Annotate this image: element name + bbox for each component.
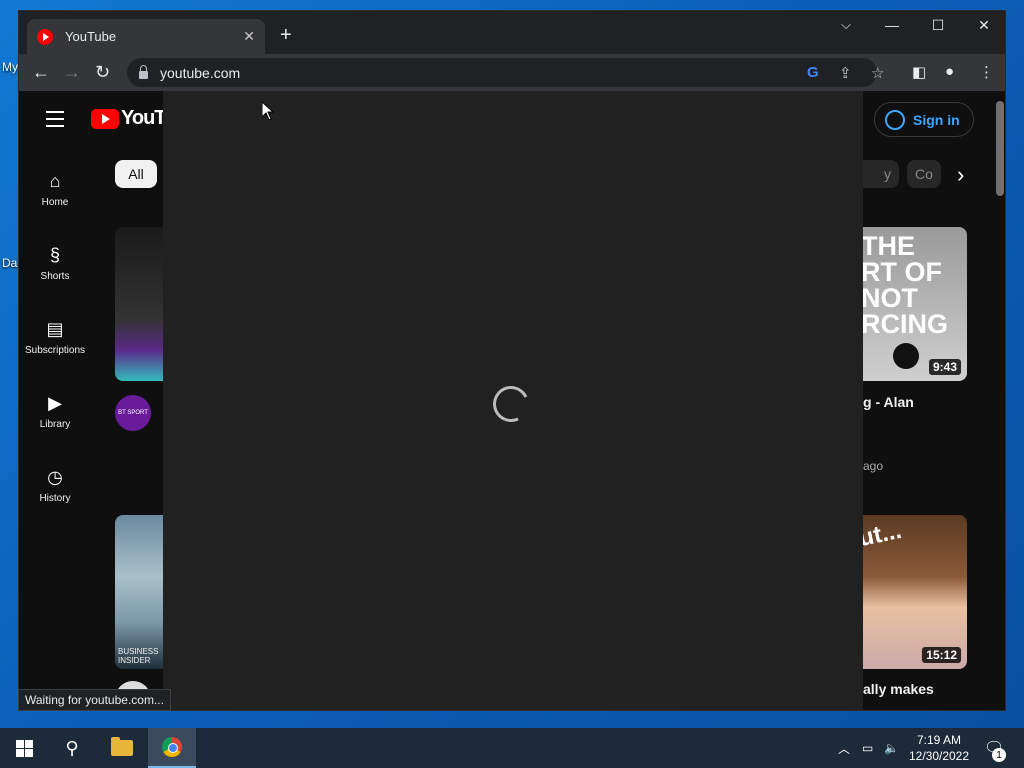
guide-item-subscriptions[interactable]: ▤ Subscriptions — [19, 319, 91, 356]
channel-avatar[interactable]: BT SPORT — [115, 395, 151, 431]
tab-strip: YouTube ✕ + ⌵ — ☐ ✕ — [19, 11, 1005, 54]
thumbnail-text: ut... — [856, 516, 904, 553]
guide-label: Library — [39, 419, 71, 430]
bookmark-star-icon[interactable]: ☆ — [871, 64, 884, 82]
tab-title: YouTube — [65, 29, 117, 44]
guide-item-home[interactable]: ⌂ Home — [19, 171, 91, 208]
chip-all[interactable]: All — [115, 160, 157, 188]
thumbnail-text: BUSINESS INSIDER — [118, 647, 159, 665]
subscriptions-icon: ▤ — [46, 319, 64, 339]
guide-label: History — [39, 493, 71, 504]
page-scrollbar[interactable] — [996, 101, 1004, 196]
guide-label: Subscriptions — [24, 345, 86, 356]
video-thumbnail[interactable]: THE RT OF NOT RCING 9:43 — [849, 227, 967, 381]
guide-item-history[interactable]: ◷ History — [19, 467, 91, 504]
chrome-icon — [162, 737, 182, 757]
menu-kebab-icon[interactable]: ⋮ — [979, 63, 994, 81]
hamburger-menu-icon[interactable] — [46, 111, 64, 132]
tab-search-dropdown-icon[interactable]: ⌵ — [823, 17, 869, 33]
clock-date: 12/30/2022 — [908, 749, 970, 763]
search-button[interactable]: ⚲ — [48, 728, 96, 768]
mouse-cursor-icon — [261, 100, 275, 126]
home-icon: ⌂ — [49, 171, 61, 191]
browser-window: YouTube ✕ + ⌵ — ☐ ✕ ← → ↻ youtube.com G … — [18, 10, 1006, 711]
guide-label: Shorts — [40, 271, 70, 282]
url-text[interactable]: youtube.com — [160, 65, 240, 81]
video-title[interactable]: g - Alan — [863, 394, 914, 410]
video-title[interactable]: ally makes — [863, 681, 934, 697]
guide-item-library[interactable]: ▶ Library — [19, 393, 91, 430]
address-bar[interactable]: youtube.com G ⇪ ☆ — [127, 58, 884, 87]
thumbnail-text: THE RT OF NOT RCING — [861, 231, 948, 339]
folder-icon — [111, 737, 133, 756]
desktop-icon-label[interactable]: My — [2, 60, 18, 74]
chip-partial[interactable]: Co — [907, 160, 941, 188]
network-icon[interactable]: ▭ — [862, 728, 873, 768]
library-icon: ▶ — [48, 393, 62, 413]
sign-in-button[interactable]: Sign in — [874, 102, 974, 137]
clock-time: 7:19 AM — [916, 733, 962, 747]
close-window-button[interactable]: ✕ — [961, 17, 1005, 34]
desktop-icon-label[interactable]: Da — [2, 256, 17, 270]
back-button[interactable]: ← — [32, 62, 50, 82]
start-button[interactable] — [0, 728, 48, 768]
account-icon — [885, 109, 905, 130]
tray-chevron-icon[interactable]: ︿ — [838, 728, 850, 768]
sign-in-label: Sign in — [913, 111, 960, 128]
google-lens-icon[interactable]: G — [807, 64, 819, 81]
lock-icon[interactable] — [139, 64, 148, 79]
history-icon: ◷ — [47, 467, 63, 487]
profile-icon[interactable]: ● — [945, 63, 954, 80]
forward-button[interactable]: → — [63, 62, 81, 82]
system-clock[interactable]: 7:19 AM 12/30/2022 — [906, 732, 972, 764]
video-meta: ago — [863, 459, 884, 473]
tab-youtube[interactable]: YouTube ✕ — [27, 19, 265, 54]
file-explorer-button[interactable] — [98, 728, 146, 768]
video-thumbnail[interactable]: ut... 15:12 — [849, 515, 967, 669]
chrome-taskbar-button[interactable] — [148, 728, 196, 768]
tab-close-icon[interactable]: ✕ — [243, 28, 255, 45]
side-panel-icon[interactable]: ◧ — [912, 63, 926, 81]
video-duration: 9:43 — [928, 359, 961, 375]
reload-button[interactable]: ↻ — [95, 62, 110, 82]
minimize-button[interactable]: — — [869, 17, 915, 33]
youtube-play-icon — [91, 108, 119, 129]
loading-spinner-icon — [487, 380, 535, 428]
volume-icon[interactable]: 🔈 — [884, 728, 899, 768]
status-bubble: Waiting for youtube.com... — [18, 689, 171, 711]
taskbar: ⚲ ︿ ▭ 🔈 7:19 AM 12/30/2022 🗨 1 — [0, 728, 1024, 768]
loading-overlay — [163, 91, 863, 710]
guide-label: Home — [41, 197, 69, 208]
youtube-page: YouTu ⌂ Home § Shorts ▤ Subscriptions ▶ … — [19, 91, 1005, 710]
shorts-icon: § — [49, 245, 60, 265]
windows-logo-icon — [15, 739, 33, 757]
yin-yang-icon — [893, 343, 919, 369]
notification-count-badge: 1 — [992, 748, 1006, 762]
new-tab-button[interactable]: + — [280, 25, 292, 45]
guide-item-shorts[interactable]: § Shorts — [19, 245, 91, 282]
search-icon: ⚲ — [65, 737, 79, 758]
chip-partial[interactable]: y — [857, 160, 899, 188]
share-icon[interactable]: ⇪ — [839, 64, 852, 82]
chips-next-icon[interactable]: › — [957, 162, 964, 188]
video-duration: 15:12 — [922, 647, 961, 663]
maximize-button[interactable]: ☐ — [915, 17, 961, 34]
browser-toolbar: ← → ↻ youtube.com G ⇪ ☆ ◧ ● ⋮ — [19, 54, 1005, 91]
youtube-favicon-icon — [37, 28, 53, 45]
